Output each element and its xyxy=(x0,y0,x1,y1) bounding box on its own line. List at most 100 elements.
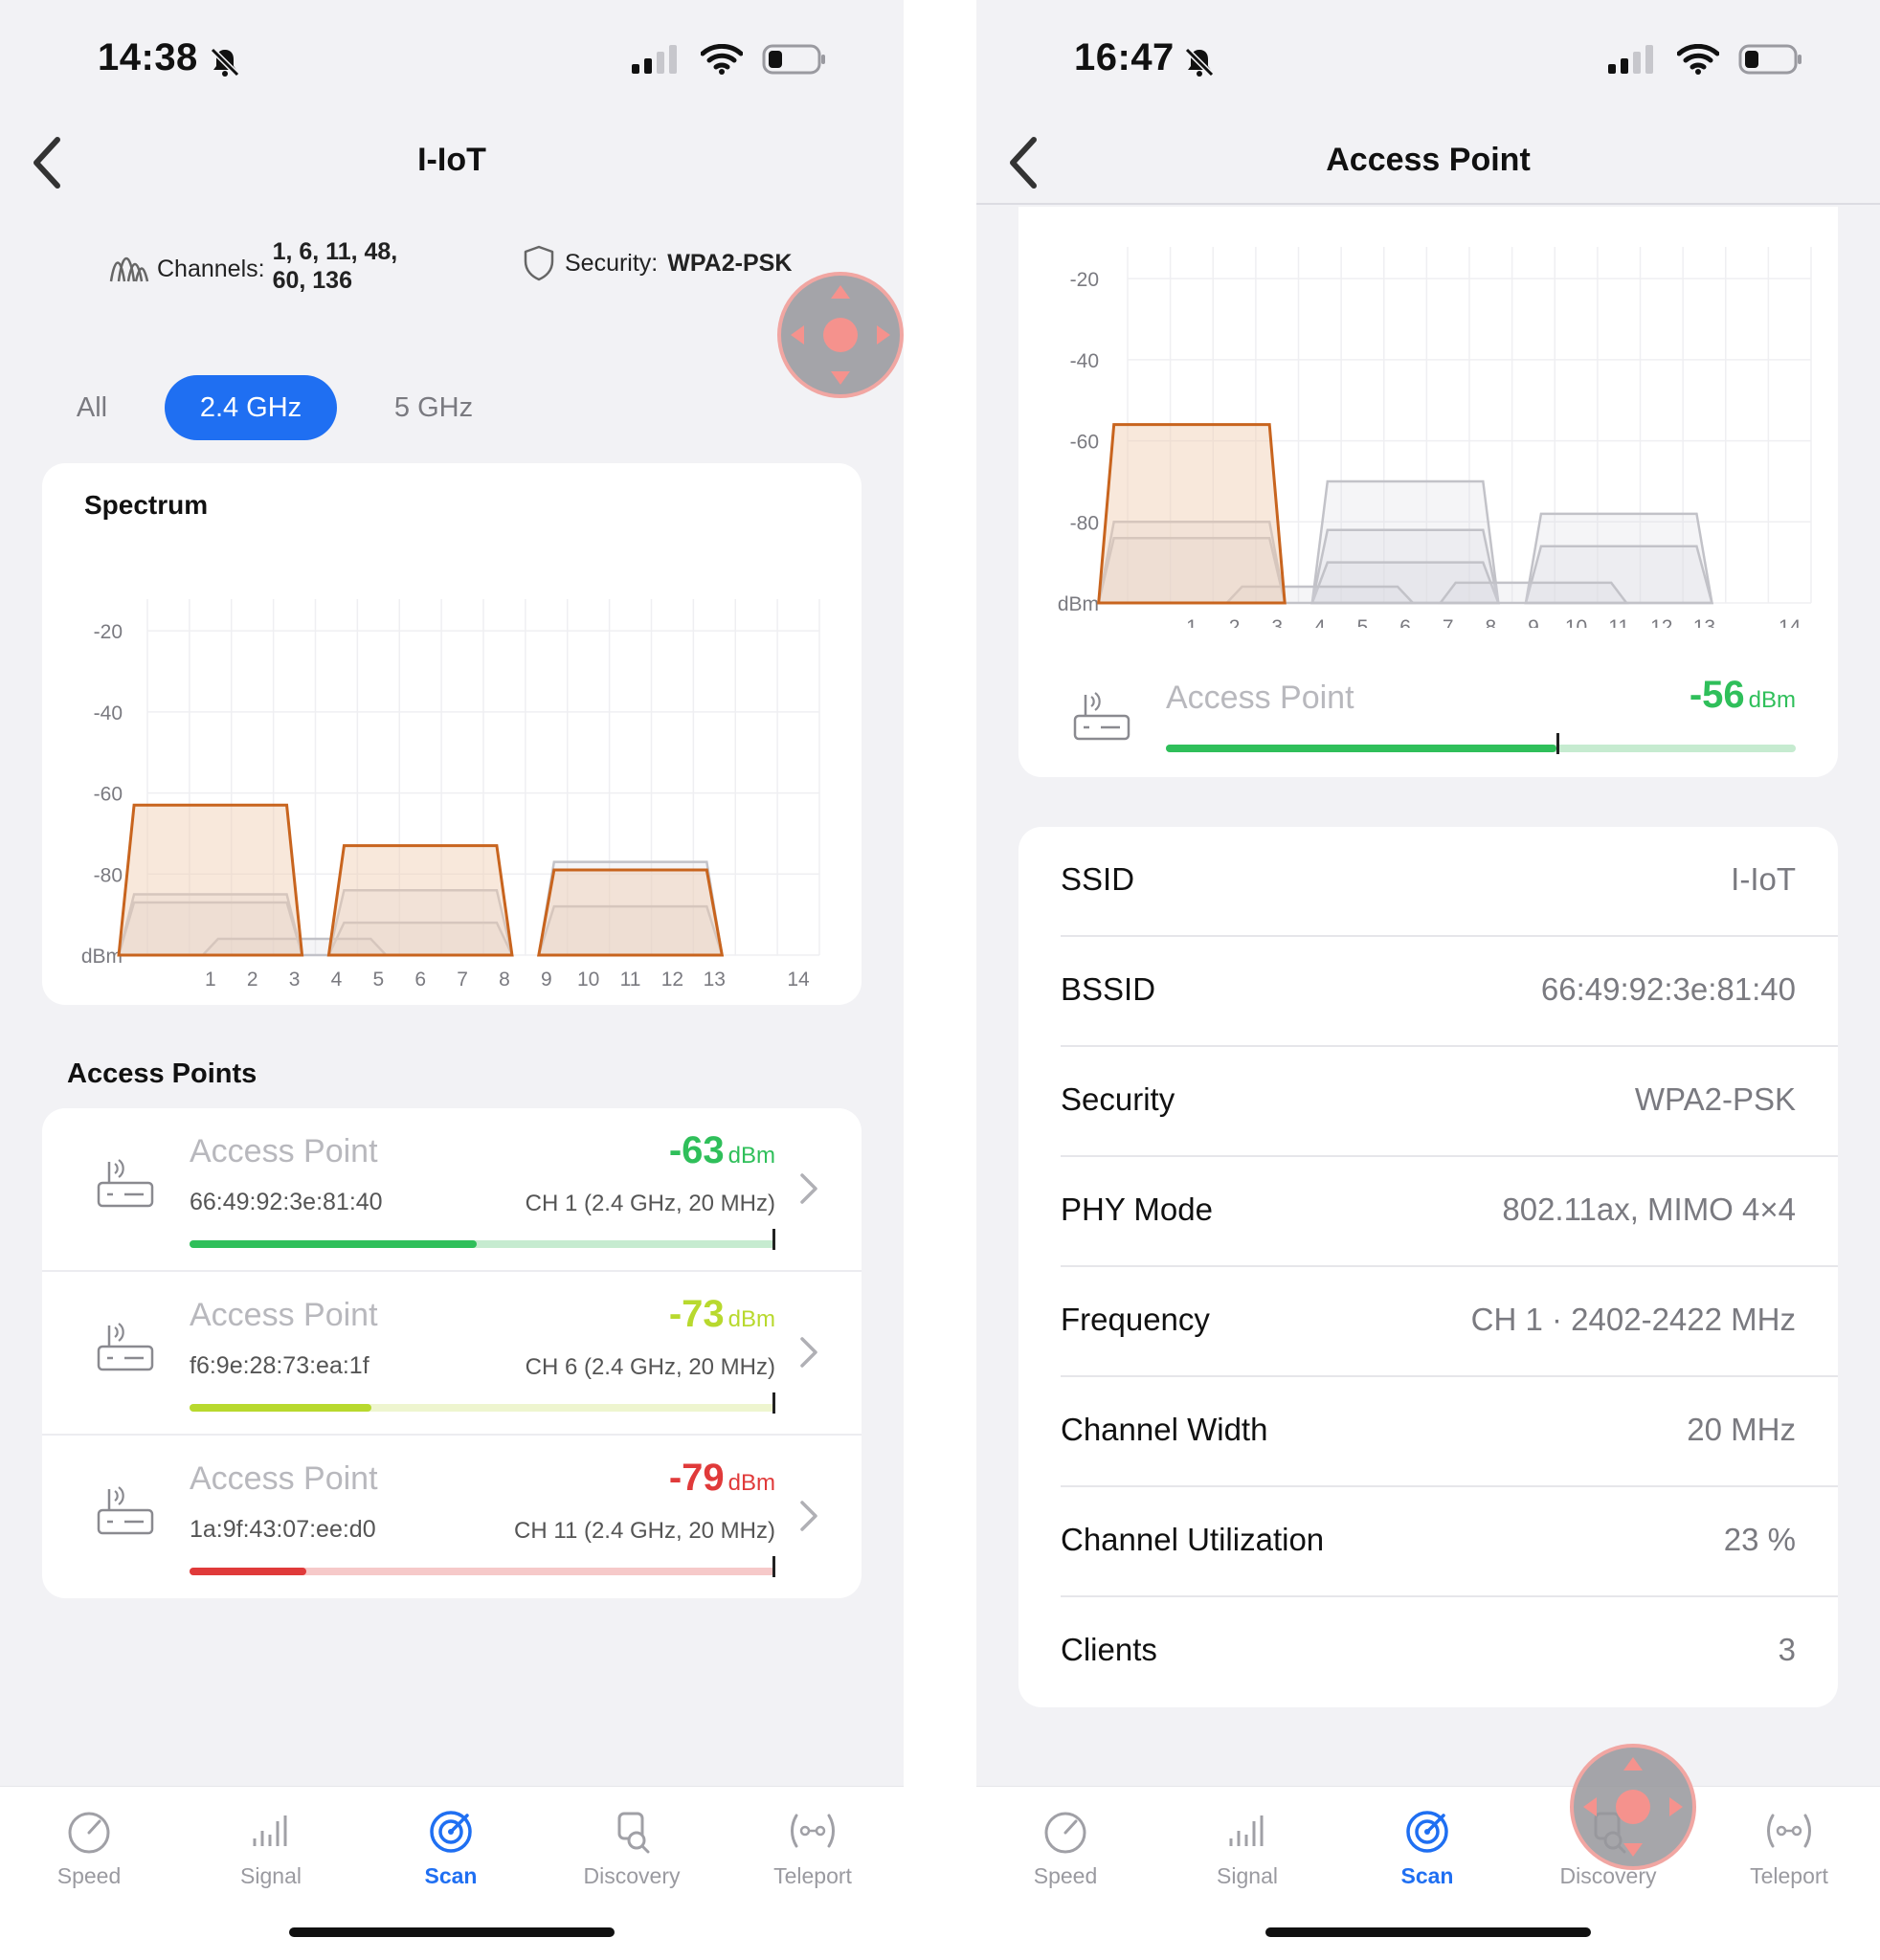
dpad-icon xyxy=(1583,1757,1683,1857)
signal-strength-fill xyxy=(1166,745,1556,752)
ap-bssid: 1a:9f:43:07:ee:d0 xyxy=(190,1516,376,1543)
ap-rssi-value: -56 xyxy=(1689,674,1745,716)
detail-value: CH 1 · 2402-2422 MHz xyxy=(1470,1302,1796,1337)
wifi-icon xyxy=(1677,44,1719,75)
tab-teleport[interactable]: Teleport xyxy=(741,1808,884,1889)
tab-signal-label: Signal xyxy=(240,1863,302,1888)
x-tick-label: 1 xyxy=(1186,616,1197,628)
y-tick-label: dBm xyxy=(81,946,123,968)
access-point-row[interactable]: Access Point f6:9e:28:73:ea:1f -73 dBm CH 6 … xyxy=(42,1272,862,1435)
x-tick-label: 12 xyxy=(1650,616,1672,628)
access-point-list: Access Point 66:49:92:3e:81:40 -63 dBm CH 1 … xyxy=(42,1108,862,1598)
spectrum-card: -20 -40 -60 -80 dBm 1 2 3 4 5 6 7 8 9 10 11 12 13 14 Acces… xyxy=(1018,207,1838,777)
tab-teleport-label: Teleport xyxy=(773,1863,852,1888)
tab-discovery[interactable]: Discovery xyxy=(560,1808,704,1889)
x-tick-label: 3 xyxy=(1271,616,1283,628)
cellular-signal-icon xyxy=(632,45,677,74)
ap-name: Access Point xyxy=(190,1297,378,1333)
channels-label: Channels: xyxy=(157,255,265,282)
radar-scan-icon xyxy=(430,1811,472,1853)
y-tick-label: -60 xyxy=(94,784,123,806)
tab-signal[interactable]: Signal xyxy=(199,1808,343,1889)
tab-teleport[interactable]: Teleport xyxy=(1717,1808,1861,1889)
page-title: Access Point xyxy=(1326,142,1531,178)
tab-speed[interactable]: Speed xyxy=(17,1808,161,1889)
security-label: Security: xyxy=(565,249,659,277)
x-tick-label: 8 xyxy=(1485,616,1496,628)
speedometer-icon xyxy=(1044,1812,1086,1854)
tab-scan-label: Scan xyxy=(424,1863,478,1888)
silent-bell-icon xyxy=(1184,47,1215,78)
chevron-right-icon xyxy=(800,1173,817,1204)
ap-name: Access Point xyxy=(1166,679,1354,716)
x-tick-label: 4 xyxy=(1314,616,1326,628)
x-tick-label: 2 xyxy=(1229,616,1241,628)
signal-strength-marker xyxy=(1555,733,1559,754)
x-tick-label: 10 xyxy=(577,969,599,991)
detail-value: 66:49:92:3e:81:40 xyxy=(1540,971,1796,1007)
detail-label: Security xyxy=(1061,1081,1175,1117)
tab-signal[interactable]: Signal xyxy=(1175,1808,1319,1889)
x-tick-label: 9 xyxy=(1528,616,1539,628)
ap-rssi-value: -73 xyxy=(668,1293,725,1335)
floating-dpad-control[interactable] xyxy=(1570,1744,1696,1870)
y-tick-label: -40 xyxy=(1070,350,1099,372)
signal-strength-fill xyxy=(190,1568,307,1575)
nav-bar: I-IoT xyxy=(0,124,904,205)
nav-bar: Access Point xyxy=(976,124,1880,205)
tab-scan-label: Scan xyxy=(1400,1863,1454,1888)
spectrum-card: Spectrum -20 -40 -60 -80 dBm 1 2 3 4 5 6 7 8 9 10 11 12 1… xyxy=(42,463,862,1005)
x-tick-label: 6 xyxy=(414,969,426,991)
x-tick-label: 1 xyxy=(205,969,216,991)
status-time: 16:47 xyxy=(1074,36,1175,78)
spectrum-chart: -20-40-60-80dBm1 2 3 4 5 6 7 8 9 10 11 12 13 14 xyxy=(81,599,820,991)
dpad-icon xyxy=(791,285,890,385)
signal-strength-bar xyxy=(1166,733,1796,754)
floating-dpad-control[interactable] xyxy=(777,272,904,398)
detail-value: I-IoT xyxy=(1731,861,1796,897)
tab-teleport-label: Teleport xyxy=(1750,1863,1828,1888)
access-point-row[interactable]: Access Point 66:49:92:3e:81:40 -63 dBm CH 1 … xyxy=(42,1108,862,1271)
y-tick-label: dBm xyxy=(1058,593,1099,615)
band-tab-2-4ghz[interactable]: 2.4 GHz xyxy=(165,375,337,440)
channel-signal-shape xyxy=(326,844,514,957)
ap-rssi: -73 dBm xyxy=(669,1293,775,1336)
security-value: WPA2-PSK xyxy=(667,249,793,277)
band-tab-all[interactable]: All xyxy=(57,375,126,440)
x-tick-label: 8 xyxy=(499,969,510,991)
router-icon xyxy=(97,1159,154,1208)
detail-row: Channel Width 20 MHz xyxy=(1061,1377,1838,1487)
status-time: 14:38 xyxy=(98,36,198,78)
channel-signal-shape xyxy=(537,868,725,957)
detail-value: WPA2-PSK xyxy=(1634,1081,1796,1117)
tab-scan[interactable]: Scan xyxy=(379,1808,523,1889)
ap-rssi: -63 dBm xyxy=(669,1129,775,1172)
shield-icon xyxy=(524,245,554,281)
right-screen: 16:47 Access Point -20 -40 -60 -80 dBm 1… xyxy=(976,0,1880,1960)
router-icon xyxy=(97,1486,154,1535)
ap-rssi-unit: dBm xyxy=(1748,687,1796,713)
ap-name: Access Point xyxy=(190,1460,378,1497)
tab-discovery-label: Discovery xyxy=(583,1863,681,1888)
tab-scan[interactable]: Scan xyxy=(1355,1808,1499,1889)
band-tab-5ghz[interactable]: 5 GHz xyxy=(377,375,490,440)
detail-value: 802.11ax, MIMO 4×4 xyxy=(1502,1192,1796,1227)
y-tick-label: -80 xyxy=(94,864,123,886)
ap-channel: CH 6 (2.4 GHz, 20 MHz) xyxy=(525,1354,775,1380)
y-tick-label: -80 xyxy=(1070,512,1099,534)
battery-icon xyxy=(1738,44,1802,75)
ap-channel: CH 1 (2.4 GHz, 20 MHz) xyxy=(525,1191,775,1216)
ap-rssi-unit: dBm xyxy=(727,1143,775,1169)
detail-row: BSSID 66:49:92:3e:81:40 xyxy=(1061,937,1838,1047)
signal-strength-marker xyxy=(772,1392,775,1414)
tab-speed[interactable]: Speed xyxy=(994,1808,1137,1889)
detail-label: SSID xyxy=(1061,861,1135,897)
status-bar: 16:47 xyxy=(976,0,1880,124)
signal-bars-icon xyxy=(253,1815,287,1846)
detail-label: Channel Utilization xyxy=(1061,1522,1325,1557)
signal-strength-bar xyxy=(190,1556,775,1577)
access-point-row[interactable]: Access Point 1a:9f:43:07:ee:d0 -79 dBm CH 11… xyxy=(42,1436,862,1598)
battery-icon xyxy=(762,44,825,75)
channel-signal-shape xyxy=(117,803,304,957)
ap-bssid: 66:49:92:3e:81:40 xyxy=(190,1189,383,1215)
